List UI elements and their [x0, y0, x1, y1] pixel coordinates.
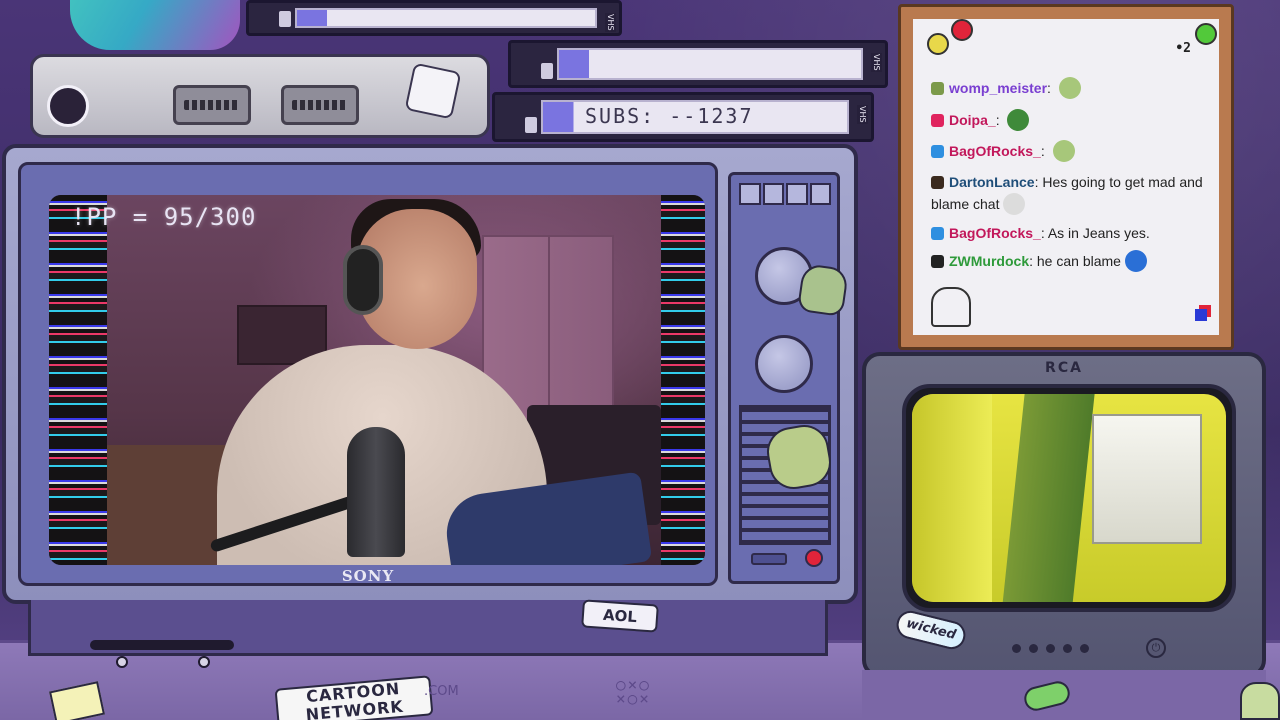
rca-brand-label: RCA: [1045, 360, 1083, 376]
webcam-feed: [107, 195, 661, 565]
chat-badge-icon: [931, 176, 944, 189]
aol-sticker: AOL: [581, 599, 659, 633]
chat-text: he can blame: [1036, 253, 1121, 269]
controller-port-2: [281, 85, 359, 125]
skateboard-icon: [90, 640, 234, 650]
chat-username: BagOfRocks_: [949, 143, 1041, 159]
game-wall: [912, 394, 992, 602]
chat-username: Doipa_: [949, 112, 996, 128]
glitch-bar-left: [49, 195, 107, 565]
vhs-tag: VHS: [871, 53, 882, 72]
gameplay-screen: [902, 384, 1236, 612]
chat-badge-icon: [931, 114, 944, 127]
frog-corner-sticker-icon: [1240, 682, 1280, 720]
chat-username: ZWMurdock: [949, 253, 1030, 269]
channel-button[interactable]: [739, 183, 761, 205]
vhs-tape-middle: VHS: [508, 40, 888, 88]
vhs-tag: VHS: [857, 105, 868, 124]
ipp-counter: !PP = 95/300: [71, 203, 257, 231]
game-building: [1092, 414, 1202, 544]
chat-username: womp_meister: [949, 80, 1048, 96]
vhs-tape-top: VHS: [246, 0, 622, 36]
chat-corner-mark: •2: [1175, 41, 1191, 56]
frog-emote-icon: [1007, 109, 1030, 131]
corner-squares-icon: [1195, 309, 1207, 321]
rca-button[interactable]: [1080, 644, 1089, 653]
pin-green-icon: [1195, 23, 1217, 45]
chat-message: ZWMurdock: he can blame: [931, 250, 1209, 272]
mascot-doodle-icon: [931, 287, 971, 327]
headphones: [343, 245, 383, 315]
chat-board: •2 womp_meister: Doipa_: BagOfRocks_: Da…: [898, 4, 1234, 350]
chat-text: As in Jeans yes.: [1047, 225, 1150, 241]
pin-red-icon: [951, 19, 973, 41]
vhs-tag: VHS: [605, 13, 616, 32]
chat-username: DartonLance: [949, 174, 1035, 190]
webcam-screen: !PP = 95/300: [49, 195, 705, 565]
frog-emote-icon: [1052, 140, 1075, 162]
chat-message: Doipa_:: [931, 109, 1209, 131]
channel-knob[interactable]: [755, 335, 813, 393]
power-icon[interactable]: ⏻: [1146, 638, 1166, 658]
vhs-window: [525, 117, 537, 133]
channel-buttons: [739, 183, 831, 205]
chat-badge-icon: [931, 227, 944, 240]
power-led: [805, 549, 823, 567]
chat-badge-icon: [931, 82, 944, 95]
rca-button[interactable]: [1046, 644, 1055, 653]
chat-message: BagOfRocks_:: [931, 140, 1209, 162]
chat-message: BagOfRocks_: As in Jeans yes.: [931, 222, 1209, 244]
chat-panel: •2 womp_meister: Doipa_: BagOfRocks_: Da…: [913, 19, 1219, 335]
channel-button[interactable]: [809, 183, 831, 205]
face-emote-icon: [1003, 193, 1026, 215]
frog-emote-icon: [1124, 250, 1147, 272]
rca-button[interactable]: [1012, 644, 1021, 653]
controller-port-1: [173, 85, 251, 125]
vhs-label: SUBS: --1237: [541, 100, 849, 134]
chat-username: BagOfRocks_: [949, 225, 1041, 241]
graffiti-decor: [70, 0, 240, 50]
channel-button[interactable]: [786, 183, 808, 205]
tv-brand-label: SONY: [341, 567, 395, 585]
channel-button[interactable]: [762, 183, 784, 205]
vhs-tape-subs: SUBS: --1237 VHS: [492, 92, 874, 142]
pin-yellow-icon: [927, 33, 949, 55]
vhs-window: [279, 11, 291, 27]
chat-badge-icon: [931, 255, 944, 268]
sketch-sticker: [404, 62, 462, 120]
tic-tac-toe-doodle: ○×○ ×○×: [616, 675, 651, 708]
vhs-window: [541, 63, 553, 79]
game-road: [999, 394, 1095, 602]
tv-control-panel: [728, 172, 840, 584]
rca-button[interactable]: [1063, 644, 1072, 653]
sony-tv: !PP = 95/300 SONY: [2, 144, 858, 604]
vhs-label: [295, 8, 597, 28]
tv-bezel: !PP = 95/300 SONY: [18, 162, 718, 586]
vhs-label: [557, 48, 863, 80]
frog-sticker-icon: [796, 263, 850, 317]
skateboard-wheel: [116, 656, 128, 668]
glitch-bar-right: [661, 195, 705, 565]
subs-counter: SUBS: --1237: [585, 104, 754, 128]
microphone: [347, 427, 405, 557]
chat-message: DartonLance: Hes going to get mad and bl…: [931, 171, 1209, 215]
cartoon-com-label: .COM: [424, 684, 459, 699]
frog-emote-icon: [1058, 77, 1081, 99]
chat-message: womp_meister:: [931, 77, 1209, 99]
avatar-sticker: [47, 85, 89, 127]
power-slot: [751, 553, 787, 565]
rca-controls: [1012, 644, 1089, 653]
gameplay-feed: [912, 394, 1226, 602]
skateboard-wheel: [198, 656, 210, 668]
chat-badge-icon: [931, 145, 944, 158]
game-console: [30, 54, 490, 138]
rca-button[interactable]: [1029, 644, 1038, 653]
